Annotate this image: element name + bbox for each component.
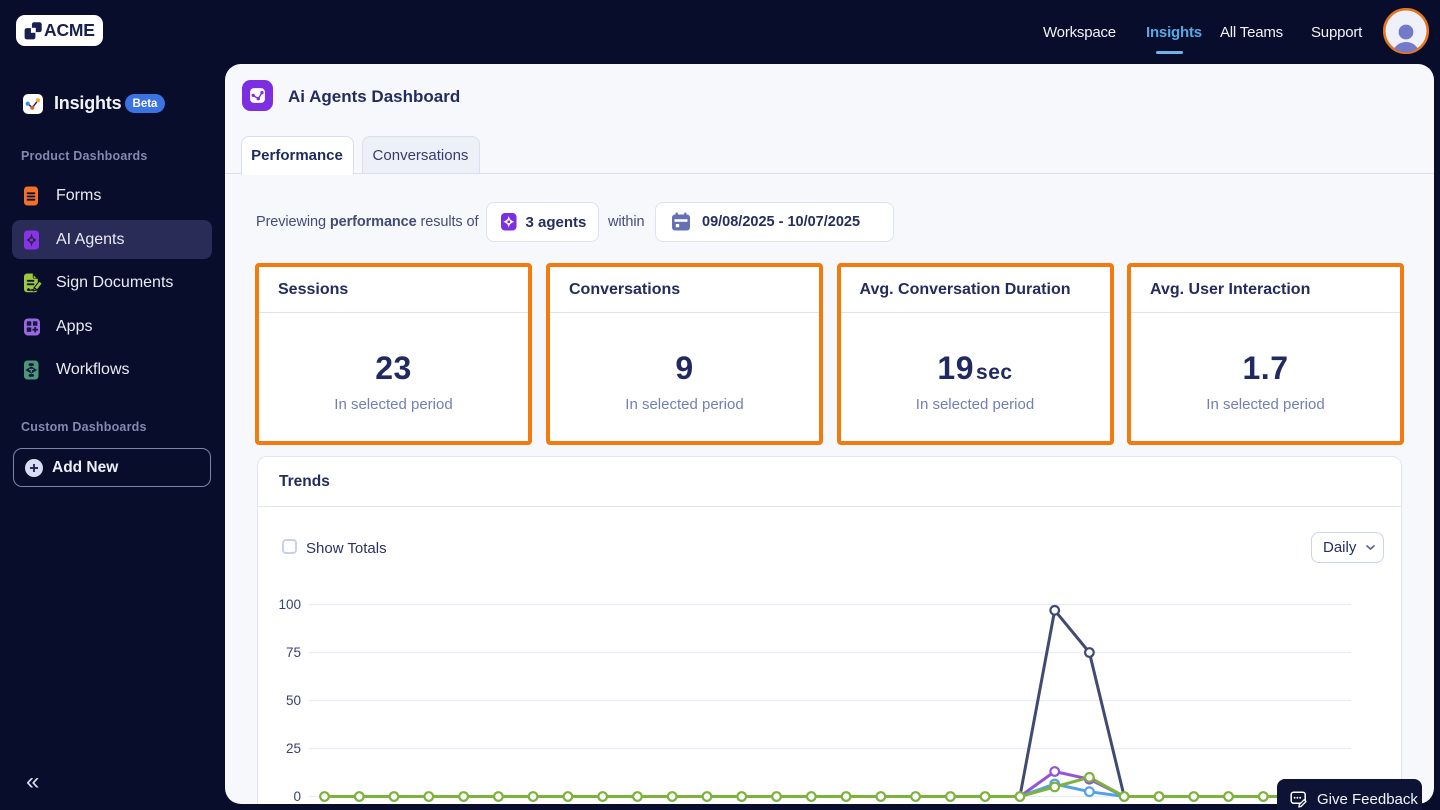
svg-text:75: 75	[286, 645, 301, 660]
svg-text:25: 25	[286, 741, 301, 756]
svg-text:50: 50	[286, 693, 301, 708]
svg-text:100: 100	[278, 597, 301, 612]
svg-text:0: 0	[293, 789, 301, 804]
